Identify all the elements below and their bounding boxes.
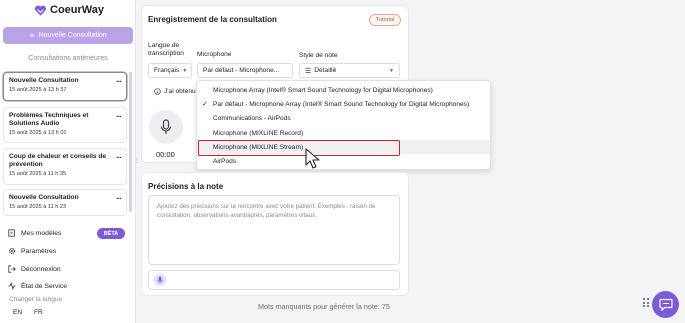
consultation-item[interactable]: Problèmes Techniques et Solutions Audio … — [3, 107, 127, 143]
microphone-label: Microphone — [197, 51, 232, 58]
more-options-icon[interactable]: ··· — [116, 153, 122, 162]
sidebar-item-service-status[interactable]: État de Service — [8, 282, 67, 290]
beta-badge: BÊTA — [97, 228, 125, 239]
highlight-box — [198, 140, 400, 156]
consultation-title: Coup de chaleur et conseils de préventio… — [9, 153, 107, 168]
sidebar-item-label: Mes modèles — [21, 229, 62, 237]
chat-button[interactable] — [652, 291, 679, 318]
microphone-dropdown: Microphone Array (Intel® Smart Sound Tec… — [196, 80, 491, 170]
change-language-label: Changer la langue — [9, 296, 63, 303]
option-label: AirPods — [213, 157, 237, 165]
notes-textarea[interactable]: Ajoutez des précisions sur la rencontre … — [148, 195, 400, 265]
select-value: Détaillé — [314, 67, 337, 74]
sidebar-item-label: Paramètres — [21, 247, 57, 255]
recording-timer: 00:00 — [156, 150, 175, 159]
microphone-option[interactable]: AirPods — [197, 154, 490, 168]
microphone-icon — [157, 276, 163, 284]
dictation-button[interactable] — [154, 274, 166, 286]
consent-row: J'ai obtenu — [154, 88, 196, 95]
resize-handle-icon[interactable]: ⋮ — [134, 157, 140, 164]
microphone-icon — [160, 119, 172, 134]
document-edit-icon — [8, 229, 15, 237]
consultation-title: Nouvelle Consultation — [9, 77, 79, 84]
notes-title: Précisions à la note — [148, 182, 224, 191]
record-button[interactable] — [149, 110, 183, 144]
transcription-language-label: Langue de transcription — [148, 42, 184, 57]
notes-panel: Précisions à la note Ajoutez des précisi… — [141, 172, 409, 296]
more-options-icon[interactable]: ··· — [116, 194, 122, 203]
language-en[interactable]: EN — [13, 309, 22, 316]
logo-text: CoeurWay — [50, 4, 104, 16]
option-label: Par défaut - Microphone Array (Intel® Sm… — [213, 100, 470, 108]
consultation-date: 15 août 2025 à 11 h 35 — [9, 171, 67, 177]
microphone-option[interactable]: ✓ Par défaut - Microphone Array (Intel® … — [197, 97, 490, 111]
microphone-option[interactable]: Communications - AirPods — [197, 111, 490, 125]
sidebar-item-label: État de Service — [21, 282, 68, 290]
gear-icon — [8, 247, 16, 255]
more-options-icon[interactable]: ··· — [116, 112, 122, 121]
chevron-down-icon: ▼ — [182, 67, 188, 74]
sidebar-item-models[interactable]: Mes modèles — [8, 229, 61, 237]
consultation-item[interactable]: Nouvelle Consultation 15 août 2025 à 13 … — [3, 72, 127, 101]
tutorial-button[interactable]: Tutorial — [369, 14, 401, 26]
checkmark-icon: ✓ — [202, 101, 208, 108]
microphone-select[interactable]: Par défaut - Microphone... — [197, 63, 293, 78]
language-fr[interactable]: FR — [34, 309, 43, 316]
plus-icon: + — [29, 30, 35, 41]
consent-text: J'ai obtenu — [164, 88, 196, 95]
sidebar-item-settings[interactable]: Paramètres — [8, 247, 56, 255]
drag-handle-icon[interactable] — [643, 298, 649, 307]
heart-logo-icon — [35, 5, 46, 15]
mouse-pointer-icon — [305, 148, 320, 169]
chat-bubble-icon — [658, 298, 673, 311]
logout-icon — [8, 265, 16, 273]
option-label: Microphone (MIXLINE Record) — [213, 129, 304, 137]
select-value: Français — [154, 67, 180, 74]
consultation-date: 15 août 2025 à 13 h 01 — [9, 130, 67, 136]
previous-consultations-label: Consultations antérieures — [28, 55, 108, 62]
option-label: Microphone Array (Intel® Smart Sound Tec… — [213, 86, 433, 94]
more-options-icon[interactable]: ··· — [116, 77, 122, 86]
consultation-date: 15 août 2025 à 13 h 57 — [9, 87, 67, 93]
transcription-language-select[interactable]: Français ▼ — [148, 63, 192, 78]
activity-icon — [8, 282, 16, 290]
microphone-option[interactable]: Microphone (MIXLINE Record) — [197, 126, 490, 140]
new-consultation-button[interactable]: + Nouvelle Consultation — [3, 27, 133, 44]
notes-dictation-bar — [148, 270, 400, 290]
info-icon — [154, 88, 161, 95]
new-consultation-label: Nouvelle Consultation — [38, 32, 107, 39]
sidebar-item-logout[interactable]: Déconnexion — [8, 265, 61, 273]
microphone-option[interactable]: Microphone Array (Intel® Smart Sound Tec… — [197, 83, 490, 97]
option-label: Communications - AirPods — [213, 114, 291, 122]
list-icon: ☰ — [305, 67, 312, 75]
select-value: Par défaut - Microphone... — [203, 67, 280, 74]
consultation-item[interactable]: Nouvelle Consultation 15 août 2025 à 11 … — [3, 189, 127, 216]
sidebar: CoeurWay + Nouvelle Consultation Consult… — [0, 0, 136, 323]
consultation-title: Nouvelle Consultation — [9, 194, 79, 201]
logo[interactable]: CoeurWay — [34, 4, 104, 16]
consultation-title: Problèmes Techniques et Solutions Audio — [9, 112, 89, 127]
page-title: Enregistrement de la consultation — [148, 15, 277, 24]
note-style-label: Style de note — [299, 52, 338, 59]
consultation-item[interactable]: Coup de chaleur et conseils de préventio… — [3, 148, 127, 185]
chevron-down-icon: ▼ — [389, 67, 394, 74]
sidebar-scrollbar[interactable] — [129, 72, 132, 212]
consultation-date: 15 août 2025 à 11 h 23 — [9, 204, 67, 210]
sidebar-item-label: Déconnexion — [21, 265, 61, 273]
note-style-select[interactable]: ☰ Détaillé ▼ — [299, 63, 400, 78]
missing-words-counter: Mots manquants pour générer la note: 75 — [258, 302, 390, 311]
